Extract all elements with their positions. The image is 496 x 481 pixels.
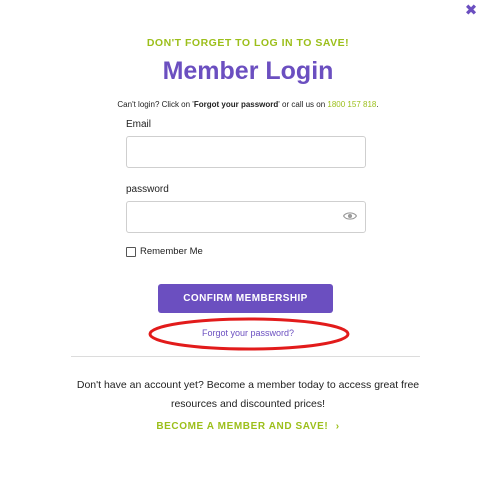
remember-checkbox[interactable]: [126, 246, 136, 257]
annotation-ellipse: [148, 317, 350, 351]
help-text: Can't login? Click on 'Forgot your passw…: [0, 100, 496, 109]
confirm-membership-button[interactable]: CONFIRM MEMBERSHIP: [158, 284, 333, 313]
help-forgot-reference: Forgot your password: [193, 100, 279, 109]
password-label: password: [126, 184, 169, 195]
email-label: Email: [126, 119, 152, 130]
signup-prompt: Don't have an account yet? Become a memb…: [76, 379, 420, 410]
eye-icon[interactable]: [343, 209, 357, 223]
remember-me[interactable]: Remember Me: [126, 246, 203, 257]
password-field[interactable]: [126, 201, 366, 233]
help-suffix: .: [376, 100, 379, 109]
become-member-label: BECOME A MEMBER AND SAVE!: [156, 421, 329, 432]
email-field[interactable]: [126, 136, 366, 168]
divider: [71, 356, 420, 357]
close-icon[interactable]: ✖: [461, 0, 481, 20]
chevron-right-icon: ›: [335, 421, 340, 432]
help-prefix: Can't login? Click on ': [117, 100, 194, 109]
help-middle: ' or call us on: [278, 100, 328, 109]
become-member-link[interactable]: BECOME A MEMBER AND SAVE! ›: [0, 421, 496, 432]
page-title: Member Login: [162, 57, 334, 85]
remember-label: Remember Me: [140, 246, 203, 257]
login-reminder: DON'T FORGET TO LOG IN TO SAVE!: [146, 37, 350, 49]
phone-number[interactable]: 1800 157 818: [327, 100, 376, 109]
